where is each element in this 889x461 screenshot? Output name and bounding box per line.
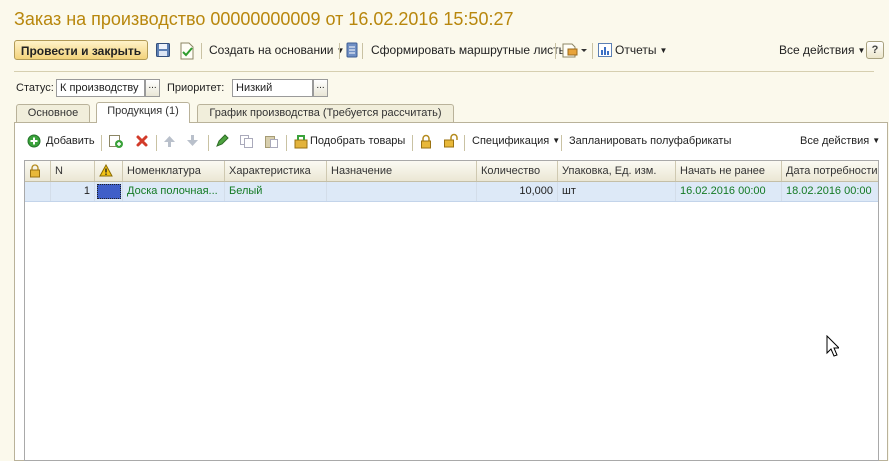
- help-button[interactable]: ?: [866, 41, 884, 59]
- row-unit-cell: шт: [558, 182, 676, 201]
- col-n[interactable]: N: [51, 161, 95, 181]
- pick-goods-button[interactable]: Подобрать товары: [310, 135, 405, 147]
- reports-icon[interactable]: [597, 42, 615, 60]
- move-down-icon[interactable]: [186, 134, 199, 151]
- table-header: N Номенклатура Характеристика Назначение…: [25, 161, 878, 182]
- post-document-icon[interactable]: [179, 42, 197, 60]
- status-select-button[interactable]: ...: [145, 79, 160, 97]
- row-need-date-cell: 18.02.2016 00:00: [786, 185, 872, 197]
- command-bar: Провести и закрыть Создать на основании ▼…: [0, 38, 889, 64]
- unlock-icon[interactable]: [443, 133, 459, 152]
- row-start-not-before-cell: 16.02.2016 00:00: [676, 182, 782, 201]
- separator: [286, 135, 287, 151]
- table-row[interactable]: 1 Доска полочная... Белый 10,000 шт 16.0…: [25, 182, 878, 202]
- pick-goods-icon[interactable]: [293, 133, 309, 152]
- divider: [14, 71, 874, 72]
- tab-production-schedule[interactable]: График производства (Требуется рассчитат…: [197, 104, 454, 122]
- copy-icon[interactable]: [239, 134, 254, 152]
- reports-menu[interactable]: Отчеты ▼: [615, 43, 667, 57]
- create-based-on-label: Создать на основании: [209, 43, 334, 57]
- tab-main[interactable]: Основное: [16, 104, 90, 122]
- chevron-down-icon: ▼: [552, 136, 561, 145]
- separator: [339, 43, 340, 59]
- warning-icon: [99, 163, 113, 177]
- mouse-cursor-icon: [826, 334, 841, 360]
- chevron-down-icon: ▼: [857, 46, 866, 55]
- separator: [555, 43, 556, 59]
- specification-menu[interactable]: Спецификация ▼: [472, 135, 560, 147]
- register-icon[interactable]: [345, 42, 363, 60]
- tab-products[interactable]: Продукция (1): [96, 102, 190, 123]
- products-table: N Номенклатура Характеристика Назначение…: [24, 160, 879, 461]
- products-panel: Добавить Подобрать товары Спецификация ▼ …: [14, 122, 888, 461]
- separator: [101, 135, 102, 151]
- chevron-down-icon: ▼: [336, 46, 345, 55]
- table-all-actions-label: Все действия: [800, 135, 870, 147]
- separator: [362, 43, 363, 59]
- col-nomenclature[interactable]: Номенклатура: [123, 161, 225, 181]
- selected-cell-marker: [97, 184, 121, 199]
- add-icon[interactable]: [27, 134, 41, 148]
- priority-field[interactable]: Низкий: [232, 79, 313, 97]
- col-warning[interactable]: [95, 161, 123, 181]
- col-quantity[interactable]: Количество: [477, 161, 558, 181]
- row-quantity-cell: 10,000: [477, 182, 558, 201]
- print-icon[interactable]: [562, 42, 588, 60]
- all-actions-label: Все действия: [779, 43, 855, 57]
- form-route-sheets-button[interactable]: Сформировать маршрутные листы: [371, 43, 567, 57]
- separator: [208, 135, 209, 151]
- save-icon[interactable]: [155, 42, 173, 60]
- post-and-close-button[interactable]: Провести и закрыть: [14, 40, 148, 60]
- paste-icon[interactable]: [264, 134, 279, 152]
- lock-icon[interactable]: [419, 134, 433, 152]
- priority-label: Приоритет:: [167, 82, 225, 94]
- separator: [561, 135, 562, 151]
- col-lock[interactable]: [25, 161, 51, 181]
- chevron-down-icon: ▼: [872, 136, 881, 145]
- row-nomenclature-cell: Доска полочная...: [123, 182, 225, 201]
- plan-semi-finished-button[interactable]: Запланировать полуфабрикаты: [569, 135, 731, 147]
- col-start-not-before[interactable]: Начать не ранее: [676, 161, 782, 181]
- col-characteristic[interactable]: Характеристика: [225, 161, 327, 181]
- row-n-cell: 1: [51, 182, 95, 201]
- separator: [592, 43, 593, 59]
- row-characteristic-cell: Белый: [225, 182, 327, 201]
- reports-label: Отчеты: [615, 43, 657, 57]
- create-based-on-menu[interactable]: Создать на основании ▼: [209, 43, 344, 57]
- separator: [464, 135, 465, 151]
- row-purpose-cell: [327, 182, 477, 201]
- delete-icon[interactable]: [135, 134, 149, 151]
- separator: [156, 135, 157, 151]
- lock-icon: [30, 164, 40, 178]
- chevron-down-icon: ▼: [659, 46, 668, 55]
- all-actions-menu[interactable]: Все действия ▼: [779, 43, 865, 57]
- row-lock-cell: [25, 182, 51, 201]
- col-unit[interactable]: Упаковка, Ед. изм.: [558, 161, 676, 181]
- table-all-actions-menu[interactable]: Все действия ▼: [800, 135, 880, 147]
- specification-label: Спецификация: [472, 135, 550, 147]
- separator: [201, 43, 202, 59]
- priority-select-button[interactable]: ...: [313, 79, 328, 97]
- col-need-date[interactable]: Дата потребности: [782, 161, 878, 181]
- edit-icon[interactable]: [215, 134, 229, 151]
- status-field[interactable]: К производству: [56, 79, 145, 97]
- row-warning-cell: [95, 182, 123, 201]
- add-button[interactable]: Добавить: [46, 135, 95, 147]
- status-label: Статус:: [16, 82, 54, 94]
- copy-row-icon[interactable]: [108, 134, 124, 152]
- move-up-icon[interactable]: [163, 134, 176, 151]
- separator: [412, 135, 413, 151]
- window-title: Заказ на производство 00000000009 от 16.…: [14, 9, 514, 29]
- col-purpose[interactable]: Назначение: [327, 161, 477, 181]
